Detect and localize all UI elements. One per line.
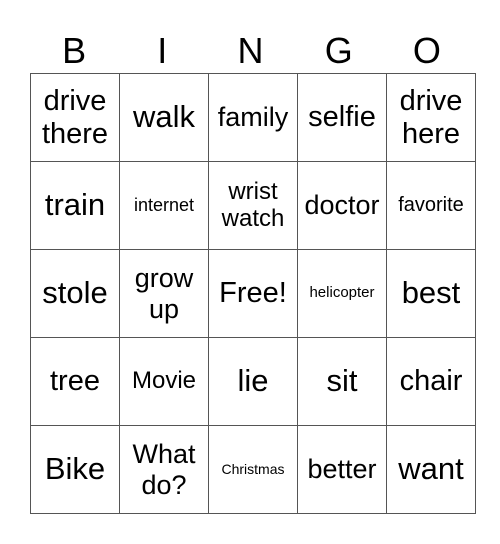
bingo-cell[interactable]: better	[297, 425, 387, 514]
cell-text: favorite	[398, 194, 464, 217]
header-letter-o: O	[412, 30, 441, 71]
bingo-cell[interactable]: want	[386, 425, 476, 514]
bingo-cell[interactable]: favorite	[386, 161, 476, 250]
cell-text: lie	[237, 363, 269, 399]
bingo-cell[interactable]: drive there	[30, 73, 120, 162]
cell-text: want	[398, 451, 464, 487]
bingo-grid: drive there walk family selfie drive here tra…	[30, 73, 476, 514]
bingo-cell[interactable]: Christmas	[208, 425, 298, 514]
cell-text: What do?	[132, 439, 196, 500]
cell-text: Movie	[131, 367, 197, 395]
cell-text: drive here	[399, 85, 463, 150]
bingo-cell[interactable]: walk	[119, 73, 209, 162]
bingo-cell[interactable]: best	[386, 249, 476, 338]
cell-text: selfie	[308, 101, 376, 134]
grid-row: stole grow up Free! helicopter best	[30, 249, 476, 338]
cell-text: walk	[132, 99, 195, 135]
cell-text: better	[307, 454, 377, 485]
grid-row: train internet wrist watch doctor favorite	[30, 161, 476, 250]
bingo-cell[interactable]: stole	[30, 249, 120, 338]
bingo-cell[interactable]: grow up	[119, 249, 209, 338]
bingo-cell[interactable]: Movie	[119, 337, 209, 426]
header-letter-i: I	[157, 30, 168, 71]
cell-text: stole	[42, 275, 108, 311]
bingo-cell[interactable]: wrist watch	[208, 161, 298, 250]
cell-text: Free!	[219, 277, 287, 310]
cell-text: drive there	[41, 85, 109, 150]
cell-text: internet	[133, 195, 195, 216]
bingo-cell[interactable]: drive here	[386, 73, 476, 162]
bingo-cell[interactable]: train	[30, 161, 120, 250]
bingo-cell[interactable]: lie	[208, 337, 298, 426]
bingo-header: B I N G O	[30, 30, 471, 72]
bingo-cell[interactable]: helicopter	[297, 249, 387, 338]
cell-text: train	[44, 187, 106, 223]
grid-row: drive there walk family selfie drive here	[30, 73, 476, 162]
cell-text: grow up	[134, 263, 194, 324]
cell-text: Christmas	[221, 460, 285, 477]
cell-text: Bike	[44, 451, 106, 487]
bingo-cell[interactable]: What do?	[119, 425, 209, 514]
bingo-cell[interactable]: sit	[297, 337, 387, 426]
header-letter-b: B	[62, 30, 87, 71]
bingo-cell[interactable]: Bike	[30, 425, 120, 514]
cell-text: doctor	[304, 190, 380, 221]
cell-text: chair	[399, 365, 463, 398]
cell-text: best	[401, 275, 461, 311]
grid-row: tree Movie lie sit chair	[30, 337, 476, 426]
bingo-cell[interactable]: internet	[119, 161, 209, 250]
grid-row: Bike What do? Christmas better want	[30, 425, 476, 514]
cell-text: helicopter	[309, 284, 375, 302]
cell-text: tree	[50, 365, 100, 398]
cell-text: wrist watch	[221, 177, 285, 232]
bingo-cell[interactable]: doctor	[297, 161, 387, 250]
cell-text: sit	[326, 363, 358, 399]
bingo-cell[interactable]: tree	[30, 337, 120, 426]
bingo-cell[interactable]: chair	[386, 337, 476, 426]
header-letter-n: N	[237, 30, 264, 71]
header-letter-g: G	[324, 30, 353, 71]
bingo-cell[interactable]: family	[208, 73, 298, 162]
bingo-cell[interactable]: Free!	[208, 249, 298, 338]
bingo-cell[interactable]: selfie	[297, 73, 387, 162]
cell-text: family	[217, 102, 289, 133]
